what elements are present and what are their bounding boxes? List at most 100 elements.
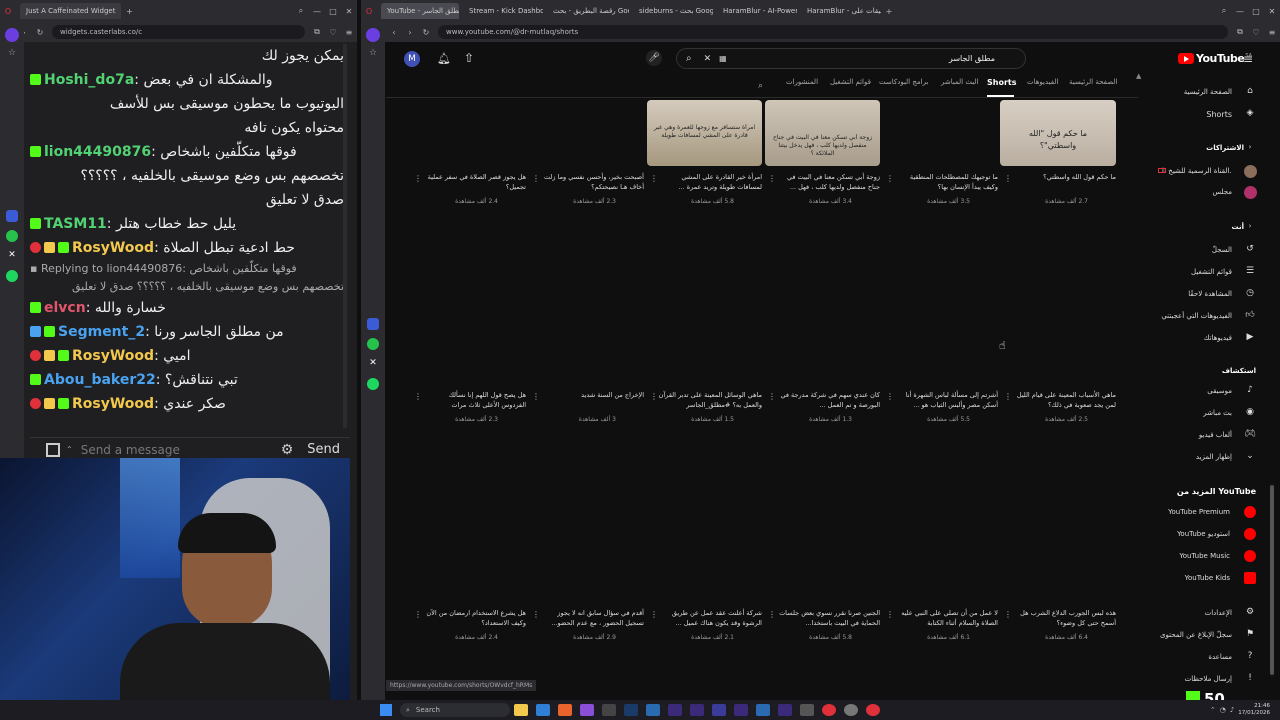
more-actions-icon[interactable]: ⋮: [532, 174, 540, 183]
opera-taskbar-icon[interactable]: [866, 704, 880, 716]
chat-username[interactable]: elvcn: [44, 300, 86, 316]
channel-avatar[interactable]: [1244, 186, 1257, 199]
chat-username[interactable]: Segment_2: [58, 324, 145, 340]
sidebar-premium[interactable]: YouTube Premium: [1168, 508, 1230, 516]
report-flag-icon[interactable]: ⚑: [1244, 629, 1256, 641]
aria-icon[interactable]: [5, 28, 19, 42]
short-title[interactable]: ما حكم قول الله واسطتي؟: [1012, 172, 1116, 192]
guide-menu-icon[interactable]: ≡: [1243, 52, 1253, 66]
sidebar-scrollbar[interactable]: [1270, 485, 1274, 675]
scroll-up-icon[interactable]: ▲: [1136, 72, 1141, 80]
short-thumbnail[interactable]: زوجة أبي تسكن معنا في البيت في جناح منفص…: [765, 100, 880, 166]
chat-username[interactable]: RosyWood: [72, 396, 154, 412]
more-actions-icon[interactable]: ⋮: [886, 610, 894, 619]
sidebar-live[interactable]: بث مباشر: [1203, 409, 1232, 417]
search-input[interactable]: مطلق الجاسر: [727, 54, 1025, 63]
short-title[interactable]: شركة أعلنت عقد عمل عن طريق الرشوة وقد يك…: [658, 608, 762, 628]
minimize-icon[interactable]: —: [312, 7, 322, 16]
x-icon[interactable]: ✕: [367, 358, 379, 370]
menu-icon[interactable]: ≡: [344, 28, 354, 37]
platform-chevron-icon[interactable]: ⌃: [66, 445, 73, 454]
tab-live[interactable]: البث المباشر: [941, 78, 978, 96]
more-actions-icon[interactable]: ⋮: [768, 610, 776, 619]
extensions-icon[interactable]: ⧉: [312, 27, 322, 37]
menu-icon[interactable]: ≡: [1267, 28, 1277, 37]
chevron-down-icon[interactable]: ⌄: [1244, 451, 1256, 463]
search-icon[interactable]: ⌕: [686, 53, 692, 64]
channel-search-icon[interactable]: ⌕: [758, 81, 763, 91]
sidebar-music[interactable]: موسيقى: [1207, 387, 1232, 395]
left-url-field[interactable]: widgets.casterlabs.co/c: [52, 25, 305, 39]
opera-taskbar-icon[interactable]: [822, 704, 836, 716]
voice-search-icon[interactable]: 🎤︎: [646, 50, 662, 66]
chat-scrollbar[interactable]: [343, 44, 347, 428]
photoshop-icon[interactable]: [624, 704, 638, 716]
taskbar-clock[interactable]: 21:46 17/01/2026: [1238, 703, 1270, 717]
short-title[interactable]: ماهي الأسباب المعينة على قيام الليل لمن …: [1012, 390, 1116, 410]
opera-logo-icon[interactable]: O: [3, 7, 13, 16]
tab-posts[interactable]: المنشورات: [786, 78, 818, 96]
tab-haramblur-1[interactable]: HaramBlur - AI-Powered: [717, 3, 797, 19]
shorts-icon[interactable]: ◈: [1244, 108, 1256, 120]
send-button[interactable]: Send: [307, 442, 340, 457]
short-title[interactable]: أقدم في سؤال سابق انه لا يجوز تسجيل الحض…: [540, 608, 644, 628]
chat-username[interactable]: RosyWood: [72, 240, 154, 256]
search-tabs-icon[interactable]: ⌕: [1219, 6, 1229, 16]
right-url-field[interactable]: www.youtube.com/@dr-mutlaq/shorts: [438, 25, 1228, 39]
pin-icon[interactable]: ☆: [0, 48, 24, 58]
keyboard-icon[interactable]: ▦: [719, 54, 727, 63]
premium-icon[interactable]: [1244, 506, 1256, 518]
more-actions-icon[interactable]: ⋮: [1004, 610, 1012, 619]
left-tab[interactable]: Just A Caffeinated Widget: [20, 3, 122, 19]
back-icon[interactable]: ‹: [389, 28, 399, 37]
x-icon[interactable]: ✕: [6, 250, 18, 262]
pin-icon[interactable]: ☆: [361, 48, 385, 58]
messenger-icon[interactable]: [367, 318, 379, 330]
tab-playlists[interactable]: قوائم التشغيل: [830, 78, 871, 96]
tab-haramblur-2[interactable]: HaramBlur - تطبيقات على: [801, 3, 881, 19]
windows-start-icon[interactable]: [380, 704, 392, 716]
sidebar-help[interactable]: مساعدة: [1208, 653, 1232, 661]
spotify-icon[interactable]: [367, 378, 379, 390]
premiere-icon[interactable]: [778, 704, 792, 716]
sidebar-show-more[interactable]: إظهار المزيد: [1196, 453, 1232, 461]
search-tabs-icon[interactable]: ⌕: [296, 6, 306, 16]
tray-chevron-icon[interactable]: ⌃: [1210, 706, 1216, 714]
playlists-icon[interactable]: ☰: [1244, 266, 1256, 278]
short-title[interactable]: زوجة أبي تسكن معنا في البيت في جناح منفص…: [776, 172, 880, 192]
short-title[interactable]: هل يصح قول اللهم إنا نسألك الفردوس الأعل…: [422, 390, 526, 410]
more-actions-icon[interactable]: ⋮: [1004, 392, 1012, 401]
audition-icon[interactable]: [668, 704, 682, 716]
more-actions-icon[interactable]: ⋮: [414, 610, 422, 619]
sidebar-sub-1[interactable]: القناة الرسمية للشيخ نا...: [1162, 167, 1232, 175]
sidebar-shorts[interactable]: Shorts: [1206, 110, 1232, 119]
short-title[interactable]: ماهي الوسائل المعينة على تدبر القرآن وال…: [658, 390, 762, 410]
short-title[interactable]: كان عندي سهم في شركة مدرجة في البورصة و …: [776, 390, 880, 410]
short-title[interactable]: أشرتم إلى مسألة لباس الشهرة أنا أسكن مصر…: [894, 390, 998, 410]
more-actions-icon[interactable]: ⋮: [650, 174, 658, 183]
chat-username[interactable]: Abou_baker22: [44, 372, 156, 388]
app-icon[interactable]: [602, 704, 616, 716]
create-upload-icon[interactable]: ⇧: [464, 51, 474, 65]
tab-youtube[interactable]: YouTube - د. مطلق الجاسر: [381, 3, 459, 19]
spotify-icon[interactable]: [6, 270, 18, 282]
tab-videos[interactable]: الفيديوهات: [1027, 78, 1058, 96]
youtube-logo[interactable]: YouTube SA: [1178, 52, 1252, 65]
more-actions-icon[interactable]: ⋮: [886, 174, 894, 183]
you-heading[interactable]: أنت: [1232, 223, 1244, 231]
short-title[interactable]: لا عمل من أن تصلي على النبي عليه الصلاة …: [894, 608, 998, 628]
chat-username[interactable]: lion44490876: [44, 144, 151, 160]
minimize-icon[interactable]: —: [1235, 7, 1245, 16]
sidebar-yt-kids[interactable]: YouTube Kids: [1185, 574, 1230, 582]
gaming-icon[interactable]: 🎮︎: [1244, 429, 1256, 441]
sidebar-playlists[interactable]: قوائم التشغيل: [1191, 268, 1232, 276]
tab-home[interactable]: الصفحة الرئيسية: [1069, 78, 1117, 96]
network-icon[interactable]: ◔: [1220, 706, 1226, 714]
clear-search-icon[interactable]: ✕: [704, 54, 712, 64]
tab-shorts[interactable]: Shorts: [987, 78, 1016, 96]
sidebar-watch-later[interactable]: المشاهدة لاحقًا: [1188, 290, 1232, 298]
short-title[interactable]: ما توجيهك للمصطلحات المنطقية وكيف يبدأ ا…: [894, 172, 998, 192]
chat-username[interactable]: RosyWood: [72, 348, 154, 364]
whatsapp-icon[interactable]: [6, 230, 18, 242]
short-title[interactable]: امرأة خير القادرة على المشي لمسافات طويل…: [658, 172, 762, 192]
